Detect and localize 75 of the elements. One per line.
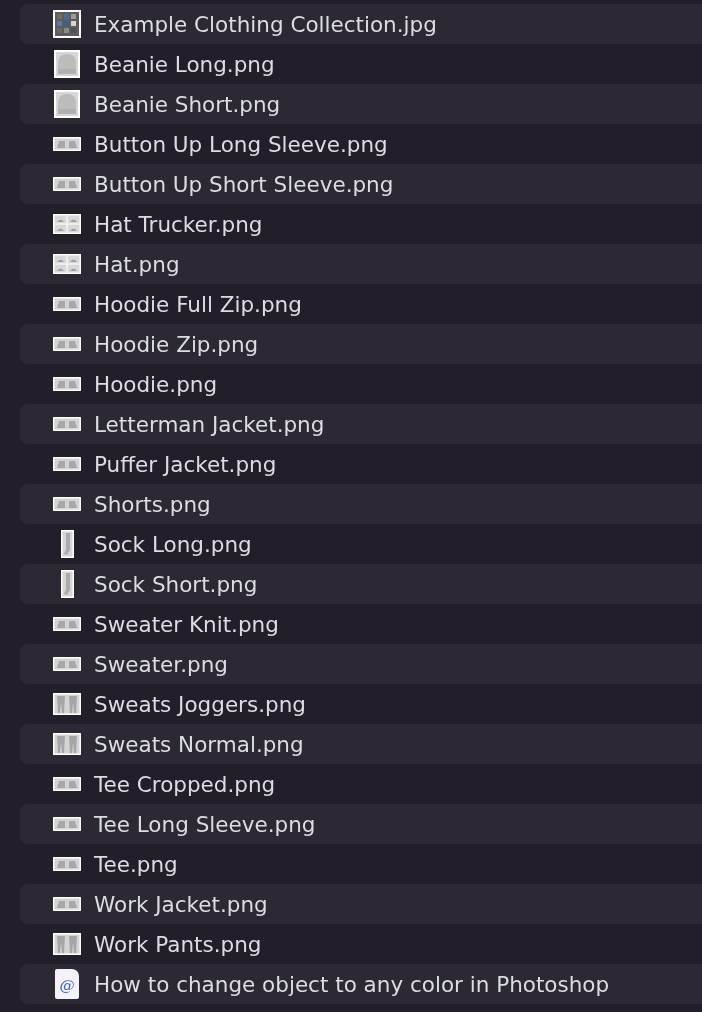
- web-link-file-icon: @: [55, 969, 79, 999]
- garment-thumbnail-icon: [53, 617, 81, 631]
- garment-thumbnail-icon: [53, 177, 81, 191]
- pants-thumbnail-icon: [53, 733, 81, 755]
- file-name: Beanie Short.png: [94, 91, 281, 117]
- garment-thumbnail-icon: [53, 777, 81, 791]
- sock-thumbnail-icon: [60, 570, 74, 598]
- beanie-thumbnail-icon: [54, 90, 80, 118]
- file-name: Tee Long Sleeve.png: [94, 811, 316, 837]
- file-name: How to change object to any color in Photoshop: [94, 971, 610, 997]
- file-name: Sweater Knit.png: [94, 611, 279, 637]
- file-row[interactable]: Shorts.png: [20, 484, 702, 524]
- file-row[interactable]: Hat.png: [20, 244, 702, 284]
- file-name: Shorts.png: [94, 491, 211, 517]
- file-row[interactable]: Sweats Normal.png: [20, 724, 702, 764]
- file-name: Tee Cropped.png: [94, 771, 276, 797]
- file-row[interactable]: Button Up Short Sleeve.png: [20, 164, 702, 204]
- file-name: Hat Trucker.png: [94, 211, 263, 237]
- file-row[interactable]: Hoodie Full Zip.png: [20, 284, 702, 324]
- file-name: Sock Long.png: [94, 531, 252, 557]
- cap-thumbnail-icon: [53, 254, 81, 274]
- file-row[interactable]: Hoodie Zip.png: [20, 324, 702, 364]
- file-name: Beanie Long.png: [94, 51, 275, 77]
- garment-thumbnail-icon: [53, 817, 81, 831]
- file-row[interactable]: Sweats Joggers.png: [20, 684, 702, 724]
- garment-thumbnail-icon: [53, 377, 81, 391]
- garment-thumbnail-icon: [53, 337, 81, 351]
- file-row[interactable]: Sweater Knit.png: [20, 604, 702, 644]
- garment-thumbnail-icon: [53, 417, 81, 431]
- file-row[interactable]: @ How to change object to any color in Photoshop: [20, 964, 702, 1004]
- file-row[interactable]: Tee Cropped.png: [20, 764, 702, 804]
- file-name: Sock Short.png: [94, 571, 258, 597]
- garment-thumbnail-icon: [53, 497, 81, 511]
- collage-thumbnail-icon: [53, 10, 81, 38]
- file-name: Puffer Jacket.png: [94, 451, 277, 477]
- file-name: Work Pants.png: [94, 931, 262, 957]
- file-row[interactable]: Letterman Jacket.png: [20, 404, 702, 444]
- file-name: Letterman Jacket.png: [94, 411, 325, 437]
- garment-thumbnail-icon: [53, 897, 81, 911]
- garment-thumbnail-icon: [53, 137, 81, 151]
- file-row[interactable]: Work Jacket.png: [20, 884, 702, 924]
- file-name: Hat.png: [94, 251, 180, 277]
- file-row[interactable]: Sock Long.png: [20, 524, 702, 564]
- file-name: Tee.png: [94, 851, 178, 877]
- garment-thumbnail-icon: [53, 297, 81, 311]
- file-row[interactable]: Beanie Long.png: [20, 44, 702, 84]
- file-row[interactable]: Hat Trucker.png: [20, 204, 702, 244]
- file-name: Hoodie.png: [94, 371, 218, 397]
- file-row[interactable]: Tee Long Sleeve.png: [20, 804, 702, 844]
- file-name: Hoodie Full Zip.png: [94, 291, 302, 317]
- file-row[interactable]: Puffer Jacket.png: [20, 444, 702, 484]
- file-name: Sweats Joggers.png: [94, 691, 306, 717]
- pants-thumbnail-icon: [53, 693, 81, 715]
- cap-thumbnail-icon: [53, 214, 81, 234]
- file-name: Example Clothing Collection.jpg: [94, 11, 437, 37]
- garment-thumbnail-icon: [53, 657, 81, 671]
- beanie-thumbnail-icon: [54, 50, 80, 78]
- file-row[interactable]: Example Clothing Collection.jpg: [20, 4, 702, 44]
- file-row[interactable]: Beanie Short.png: [20, 84, 702, 124]
- file-name: Work Jacket.png: [94, 891, 268, 917]
- file-name: Button Up Short Sleeve.png: [94, 171, 394, 197]
- sock-thumbnail-icon: [60, 530, 74, 558]
- file-row[interactable]: Sock Short.png: [20, 564, 702, 604]
- file-name: Sweats Normal.png: [94, 731, 304, 757]
- pants-thumbnail-icon: [53, 933, 81, 955]
- garment-thumbnail-icon: [53, 857, 81, 871]
- file-name: Sweater.png: [94, 651, 228, 677]
- file-row[interactable]: Hoodie.png: [20, 364, 702, 404]
- file-name: Button Up Long Sleeve.png: [94, 131, 388, 157]
- file-row[interactable]: Sweater.png: [20, 644, 702, 684]
- file-row[interactable]: Tee.png: [20, 844, 702, 884]
- file-row[interactable]: Work Pants.png: [20, 924, 702, 964]
- file-row[interactable]: Button Up Long Sleeve.png: [20, 124, 702, 164]
- garment-thumbnail-icon: [53, 457, 81, 471]
- file-name: Hoodie Zip.png: [94, 331, 259, 357]
